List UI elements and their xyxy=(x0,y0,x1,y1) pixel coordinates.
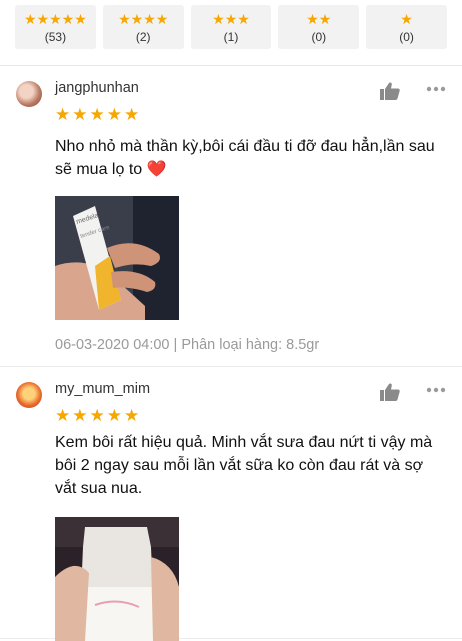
filter-1-star[interactable]: ★ (0) xyxy=(366,5,447,49)
filter-4-stars[interactable]: ★★★★ (2) xyxy=(102,5,184,49)
thumbs-up-icon[interactable] xyxy=(380,82,400,100)
filter-3-stars[interactable]: ★★★ (1) xyxy=(190,5,272,49)
filter-5-stars[interactable]: ★★★★★ (53) xyxy=(15,5,96,49)
review-item: my_mum_mim ★★★★★ Kem bôi rất hiệu quả. M… xyxy=(0,367,462,641)
review-rating-stars: ★★★★★ xyxy=(55,406,142,425)
review-username[interactable]: my_mum_mim xyxy=(55,381,150,397)
filter-stars: ★★★★★ xyxy=(24,10,87,27)
photo-illustration xyxy=(55,517,179,641)
review-username[interactable]: jangphunhan xyxy=(55,80,139,96)
more-icon[interactable] xyxy=(426,86,446,92)
more-icon[interactable] xyxy=(426,387,446,393)
filter-count: (53) xyxy=(44,29,67,44)
meta-separator: | xyxy=(169,337,182,353)
review-photo[interactable] xyxy=(55,517,179,641)
review-variant: Phân loại hàng: 8.5gr xyxy=(181,337,320,353)
review-text: Nho nhỏ mà thần kỳ,bôi cái đầu ti đỡ đau… xyxy=(55,138,435,178)
filter-count: (1) xyxy=(223,29,239,44)
review-photo[interactable]: medela tender care xyxy=(55,196,179,320)
filter-2-stars[interactable]: ★★ (0) xyxy=(278,5,360,49)
filter-stars: ★★★★ xyxy=(118,10,169,27)
filter-stars: ★★★ xyxy=(212,10,250,27)
rating-filter-bar: ★★★★★ (53) ★★★★ (2) ★★★ (1) ★★ (0) ★ (0) xyxy=(0,0,462,66)
review-item: jangphunhan ★★★★★ Nho nhỏ mà thần kỳ,bôi… xyxy=(0,66,462,367)
review-rating-stars: ★★★★★ xyxy=(55,105,142,124)
filter-stars: ★★ xyxy=(306,10,332,27)
filter-count: (2) xyxy=(135,29,151,44)
review-meta: 06-03-2020 04:00 | Phân loại hàng: 8.5gr xyxy=(55,337,319,353)
filter-count: (0) xyxy=(311,29,327,44)
photo-illustration: medela tender care xyxy=(55,196,179,320)
filter-stars: ★ xyxy=(400,10,413,27)
review-text: Kem bôi rất hiệu quả. Minh vắt sưa đau n… xyxy=(55,434,433,497)
filter-count: (0) xyxy=(399,29,414,44)
avatar[interactable] xyxy=(16,81,42,107)
review-date: 06-03-2020 04:00 xyxy=(55,337,170,353)
thumbs-up-icon[interactable] xyxy=(380,383,400,401)
avatar[interactable] xyxy=(16,382,42,408)
